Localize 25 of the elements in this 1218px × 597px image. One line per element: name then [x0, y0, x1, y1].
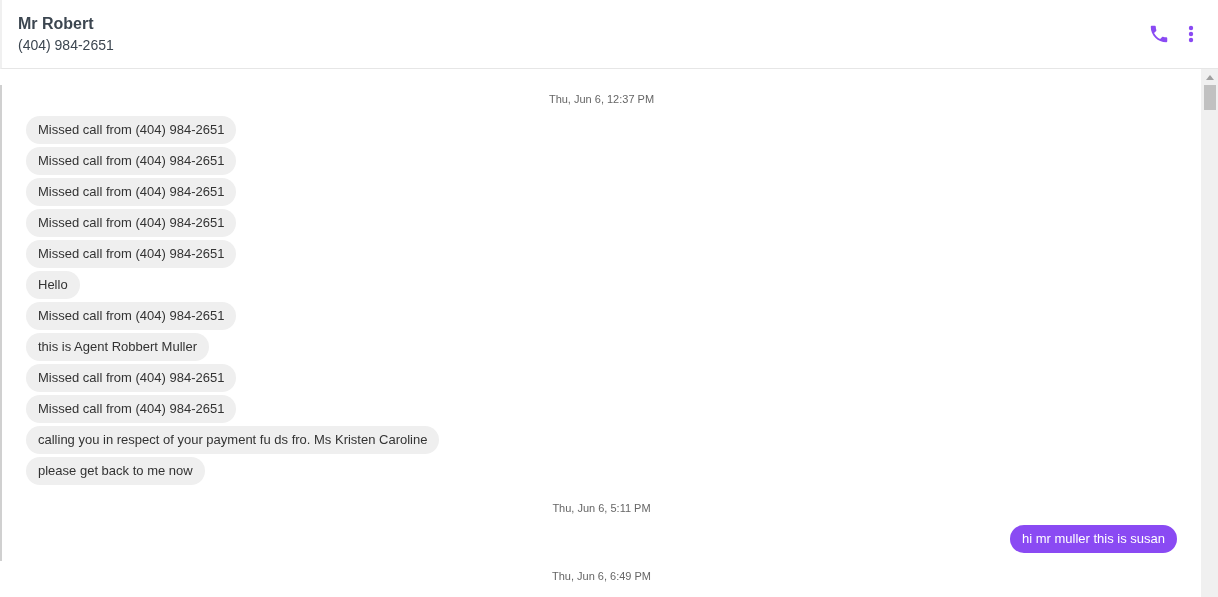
timestamp: Thu, Jun 6, 6:49 PM	[551, 570, 652, 582]
received-message: Missed call from (404) 984-2651	[26, 116, 237, 144]
received-message: this is Agent Robbert Muller	[26, 333, 209, 361]
timestamp: Thu, Jun 6, 12:37 PM	[548, 93, 655, 105]
contact-phone: (404) 984-2651	[18, 37, 115, 53]
scroll-up-icon	[1205, 75, 1214, 80]
received-message: Missed call from (404) 984-2651	[26, 209, 237, 237]
sent-message: hi mr muller this is susan	[1009, 525, 1177, 553]
received-message: Missed call from (404) 984-2651	[26, 240, 237, 268]
more-icon	[1188, 25, 1194, 43]
timestamp: Thu, Jun 6, 5:11 PM	[552, 502, 651, 514]
scrollbar[interactable]	[1201, 69, 1218, 597]
received-message: please get back to me now	[26, 457, 205, 485]
contact-name: Mr Robert	[18, 15, 95, 33]
received-message: Missed call from (404) 984-2651	[26, 395, 237, 423]
phone-icon	[1148, 23, 1170, 45]
received-message: Missed call from (404) 984-2651	[26, 364, 237, 392]
received-message: Missed call from (404) 984-2651	[26, 302, 237, 330]
received-message: calling you in respect of your payment fu ds fro. Ms Kristen Caroline	[26, 426, 440, 454]
received-message: Hello	[26, 271, 80, 299]
scrollbar-thumb[interactable]	[1203, 85, 1216, 110]
received-message: Missed call from (404) 984-2651	[26, 178, 237, 206]
more-button[interactable]	[1188, 25, 1194, 43]
call-button[interactable]	[1148, 23, 1170, 45]
received-message: Missed call from (404) 984-2651	[26, 147, 237, 175]
